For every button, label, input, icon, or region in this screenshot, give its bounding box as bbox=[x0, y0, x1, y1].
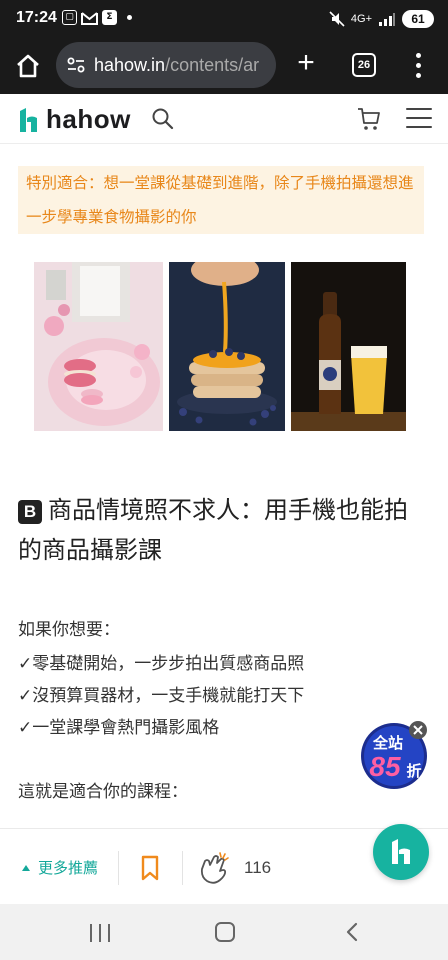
clap-icon[interactable] bbox=[198, 851, 232, 885]
fit-text: 這就是適合你的課程： bbox=[18, 782, 188, 802]
hamburger-menu-icon[interactable] bbox=[406, 108, 432, 128]
address-bar[interactable]: hahow.in/contents/ar bbox=[56, 42, 276, 88]
site-header: hahow bbox=[0, 94, 448, 144]
status-bar: 17:24 ▢ Σ 4G+ 61 bbox=[0, 0, 448, 38]
tab-switcher-button[interactable]: 26 bbox=[352, 53, 376, 77]
section-badge: B bbox=[18, 500, 42, 524]
divider bbox=[118, 851, 119, 885]
url-host: hahow.in bbox=[94, 54, 166, 75]
more-notifications-dot bbox=[127, 15, 132, 20]
site-settings-icon[interactable] bbox=[66, 55, 86, 75]
recent-apps-icon[interactable] bbox=[90, 924, 110, 942]
back-icon[interactable] bbox=[342, 922, 362, 942]
caret-up-icon bbox=[22, 864, 30, 871]
home-icon[interactable] bbox=[14, 52, 42, 80]
system-icons: 4G+ 61 bbox=[329, 10, 434, 28]
url-text: hahow.in/contents/ar bbox=[94, 55, 259, 76]
promo-line1: 全站 bbox=[372, 734, 403, 752]
benefit-list: ✓零基礎開始，一步步拍出質感商品照 ✓沒預算買器材，一支手機就能打天下 ✓一堂課… bbox=[18, 648, 304, 744]
promo-suffix: 折 bbox=[406, 762, 421, 780]
browser-toolbar: hahow.in/contents/ar + 26 bbox=[0, 38, 448, 94]
screenshot-icon: ▢ bbox=[62, 10, 77, 25]
battery-indicator: 61 bbox=[402, 10, 434, 28]
logo-text: hahow bbox=[46, 104, 131, 134]
status-time: 17:24 bbox=[16, 9, 57, 26]
notification-icons: ▢ Σ bbox=[62, 10, 132, 25]
search-icon[interactable] bbox=[150, 106, 176, 132]
section-title-text: 商品情境照不求人：用手機也能拍的商品攝影課 bbox=[18, 496, 408, 564]
promo-badge[interactable]: 全站 85 折 bbox=[358, 718, 430, 790]
macarons-photo bbox=[34, 262, 163, 431]
more-recommendations-button[interactable]: 更多推薦 bbox=[22, 857, 98, 878]
new-tab-plus-icon[interactable]: + bbox=[292, 48, 320, 78]
mute-icon bbox=[329, 11, 345, 27]
browser-menu-icon[interactable] bbox=[408, 50, 428, 80]
course-photos bbox=[34, 262, 406, 431]
cart-icon[interactable] bbox=[356, 106, 382, 132]
home-button-icon[interactable] bbox=[215, 922, 235, 942]
hahow-chat-button[interactable] bbox=[373, 824, 429, 880]
hahow-logo[interactable]: hahow bbox=[18, 104, 131, 135]
hahow-logo-icon bbox=[392, 839, 410, 864]
clap-count: 116 bbox=[244, 858, 272, 877]
benefit-item: ✓沒預算買器材，一支手機就能打天下 bbox=[18, 686, 305, 706]
bookmark-icon[interactable] bbox=[140, 855, 160, 881]
more-recommendations-label: 更多推薦 bbox=[38, 859, 99, 877]
beer-photo bbox=[291, 262, 406, 431]
sigma-icon: Σ bbox=[102, 10, 117, 25]
promo-close-icon[interactable] bbox=[408, 720, 428, 740]
url-path: /contents/ar bbox=[165, 54, 260, 75]
divider bbox=[182, 851, 183, 885]
promo-number: 85 bbox=[369, 751, 401, 782]
signal-icon bbox=[379, 13, 395, 26]
network-type: 4G+ bbox=[350, 13, 372, 25]
target-audience-highlight: 特別適合：想一堂課從基礎到進階，除了手機拍攝還想進一步學專業食物攝影的你 bbox=[18, 166, 424, 234]
section-title: B 商品情境照不求人：用手機也能拍的商品攝影課 bbox=[18, 490, 428, 570]
intro-text: 如果你想要： bbox=[18, 620, 120, 640]
benefit-item: ✓一堂課學會熱門攝影風格 bbox=[18, 718, 220, 738]
hahow-logo-mark bbox=[20, 107, 37, 132]
system-navigation-bar bbox=[0, 904, 448, 960]
battery-level: 61 bbox=[411, 12, 425, 26]
gmail-icon bbox=[81, 11, 98, 25]
benefit-item: ✓零基礎開始，一步步拍出質感商品照 bbox=[18, 654, 305, 674]
pancakes-photo bbox=[169, 262, 285, 431]
